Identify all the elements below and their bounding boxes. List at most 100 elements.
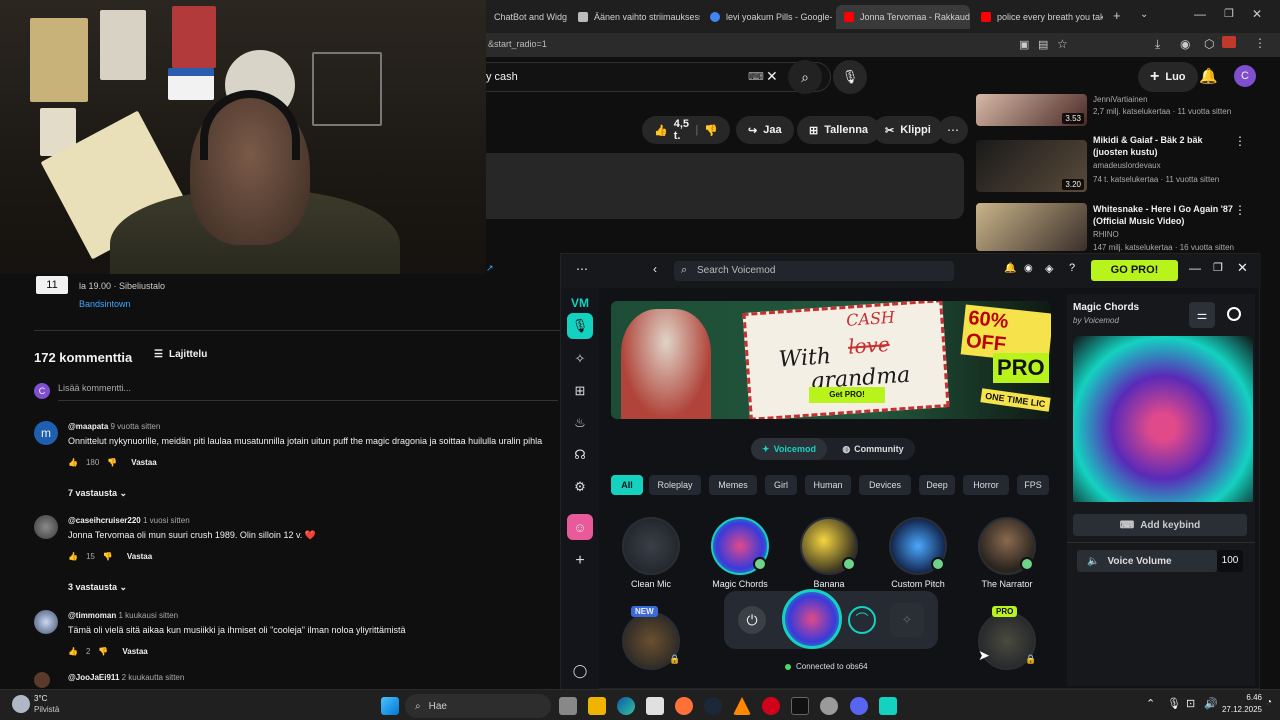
search-button[interactable]: ⌕ xyxy=(788,60,822,94)
video-thumbnail[interactable]: 3.53 xyxy=(976,94,1087,126)
voice-changer-icon[interactable]: 🎙 xyxy=(567,313,593,339)
comment-time[interactable]: 1 vuosi sitten xyxy=(143,516,190,525)
replies-toggle[interactable]: 3 vastausta ⌄ xyxy=(68,582,127,593)
minimize-icon[interactable]: — xyxy=(1189,261,1201,275)
opera-icon[interactable] xyxy=(762,697,780,715)
taskbar-search-input[interactable]: ⌕ Hae xyxy=(405,694,551,718)
thumbs-up-icon[interactable]: 👍 xyxy=(68,552,78,561)
maximize-icon[interactable]: ❐ xyxy=(1213,261,1223,274)
hear-myself-icon[interactable]: ⌒ xyxy=(848,606,876,634)
more-options-icon[interactable]: ⋮ xyxy=(1234,203,1246,217)
user-icon[interactable]: ◯ xyxy=(567,658,593,684)
tray-overflow-icon[interactable]: ⌃ xyxy=(1146,697,1155,710)
effects-icon[interactable]: ✧ xyxy=(567,346,593,372)
filter-memes[interactable]: Memes xyxy=(709,475,757,495)
discord-icon[interactable] xyxy=(850,697,868,715)
comment-avatar[interactable]: m xyxy=(34,421,58,445)
extensions-icon[interactable]: ⬡ xyxy=(1204,37,1214,51)
like-button[interactable]: 👍 4,5 t. | 👎 xyxy=(642,116,730,144)
account-avatar[interactable]: C xyxy=(1234,65,1256,87)
tag-icon[interactable]: ◈ xyxy=(1045,262,1053,275)
voicemod-taskbar-icon[interactable] xyxy=(879,697,897,715)
add-comment-input[interactable]: Lisää kommentti... xyxy=(58,383,558,401)
thumbs-down-icon[interactable]: 👎 xyxy=(107,458,117,467)
thumbs-down-icon[interactable]: 👎 xyxy=(98,647,108,656)
voice-search-button[interactable]: 🎙 xyxy=(833,60,867,94)
reply-button[interactable]: Vastaa xyxy=(131,458,156,467)
vlc-icon[interactable] xyxy=(733,697,751,715)
favorite-toggle-icon[interactable] xyxy=(1227,307,1241,321)
help-icon[interactable]: ? xyxy=(1069,262,1075,274)
comment-author[interactable]: @timmoman xyxy=(68,611,116,620)
filter-roleplay[interactable]: Roleplay xyxy=(649,475,701,495)
network-icon[interactable]: ⊡ xyxy=(1186,697,1195,710)
comment-avatar[interactable] xyxy=(34,610,58,634)
notifications-bell-icon[interactable]: 🔔 xyxy=(1199,67,1218,85)
store-icon[interactable] xyxy=(646,697,664,715)
weather-icon[interactable] xyxy=(12,695,30,713)
voice-card[interactable]: Banana xyxy=(789,517,869,599)
profile-icon[interactable]: ◉ xyxy=(1180,37,1190,51)
settings-gear-icon[interactable] xyxy=(820,697,838,715)
filter-all[interactable]: All xyxy=(611,475,643,495)
voice-settings-icon[interactable]: ⚌ xyxy=(1189,302,1215,328)
extension-badge-icon[interactable] xyxy=(1222,36,1236,48)
browser-tab[interactable]: ChatBot and Widg✕ xyxy=(486,5,574,29)
video-thumbnail[interactable]: 3.20 xyxy=(976,140,1087,192)
add-icon[interactable]: + xyxy=(567,548,593,574)
get-pro-button[interactable]: Get PRO! xyxy=(809,387,885,403)
firefox-icon[interactable] xyxy=(675,697,693,715)
voice-volume-control[interactable]: 🔈 Voice Volume xyxy=(1077,550,1217,572)
comment-author[interactable]: @caseihcruiser220 xyxy=(68,516,141,525)
voicemod-search-input[interactable]: ⌕ Search Voicemod xyxy=(674,261,954,281)
url-text[interactable]: &start_radio=1 xyxy=(488,39,547,49)
power-toggle-icon[interactable]: ⏻ xyxy=(738,606,766,634)
external-link-icon[interactable]: ↗ xyxy=(486,263,494,274)
more-options-icon[interactable]: ⋮ xyxy=(1234,134,1246,148)
close-window-icon[interactable]: ✕ xyxy=(1252,7,1262,21)
active-voice-icon[interactable] xyxy=(782,589,842,649)
close-icon[interactable]: ✕ xyxy=(1237,260,1248,276)
screenshot-icon[interactable]: ▣ xyxy=(1019,38,1029,51)
clock-time[interactable]: 6.46 xyxy=(1222,693,1262,702)
minimize-icon[interactable]: — xyxy=(1194,7,1206,21)
settings-icon[interactable]: ⚙ xyxy=(567,474,593,500)
promo-banner[interactable]: With love CASH grandma Get PRO! 60% OFF … xyxy=(611,301,1051,419)
reply-button[interactable]: Vastaa xyxy=(127,552,152,561)
recommendation-item[interactable]: 3.20 Mikidi & Gaiaf - Bäk 2 bäk (juosten… xyxy=(976,134,1266,200)
notification-center-icon[interactable]: ◔ xyxy=(1266,697,1272,708)
filter-girl[interactable]: Girl xyxy=(765,475,797,495)
youtube-search-input[interactable]: y cash ⌨ ✕ xyxy=(486,62,831,92)
back-icon[interactable]: ‹ xyxy=(653,262,657,276)
browser-tab[interactable]: police every breath you tak✕ xyxy=(973,5,1103,29)
voice-card-locked[interactable]: NEW 🔒 xyxy=(611,606,691,694)
add-keybind-button[interactable]: ⌨ Add keybind xyxy=(1073,514,1247,536)
filter-devices[interactable]: Devices xyxy=(859,475,911,495)
terminal-icon[interactable] xyxy=(791,697,809,715)
more-actions-button[interactable]: ⋯ xyxy=(938,116,968,144)
voice-card[interactable]: Custom Pitch xyxy=(878,517,958,599)
browser-tab[interactable]: levi yoakum Pills - Google-h✕ xyxy=(702,5,832,29)
filter-fps[interactable]: FPS xyxy=(1017,475,1049,495)
browser-addressbar[interactable]: &start_radio=1 ▣ ▤ ☆ ⤓ ◉ ⬡ ⋮ xyxy=(486,33,1280,57)
volume-value[interactable]: 100 xyxy=(1217,550,1243,572)
replies-toggle[interactable]: 7 vastausta ⌄ xyxy=(68,488,127,499)
notification-icon[interactable]: 🔔 xyxy=(1004,263,1016,274)
comment-avatar[interactable] xyxy=(34,515,58,539)
reply-button[interactable]: Vastaa xyxy=(122,647,147,656)
share-button[interactable]: ↪ Jaa xyxy=(736,116,794,144)
comment-time[interactable]: 9 vuotta sitten xyxy=(111,422,161,431)
filter-human[interactable]: Human xyxy=(805,475,851,495)
sort-button[interactable]: ☰ Lajittelu xyxy=(154,349,207,360)
edge-icon[interactable] xyxy=(617,697,635,715)
video-description-box[interactable] xyxy=(486,153,964,219)
voice-card-selected[interactable]: Magic Chords xyxy=(700,517,780,599)
cast-icon[interactable]: ▤ xyxy=(1038,38,1048,51)
weather-temp[interactable]: 3°C xyxy=(34,694,47,703)
bookmark-star-icon[interactable]: ☆ xyxy=(1057,37,1068,51)
browser-tab-active[interactable]: Jonna Tervomaa - Rakkaud✕ xyxy=(836,5,970,29)
clock-date[interactable]: 27.12.2025 xyxy=(1216,705,1262,714)
effects-toggle-icon[interactable]: ✧ xyxy=(890,603,924,637)
weather-desc[interactable]: Pilvistä xyxy=(34,705,59,714)
comment-avatar[interactable] xyxy=(34,672,50,688)
